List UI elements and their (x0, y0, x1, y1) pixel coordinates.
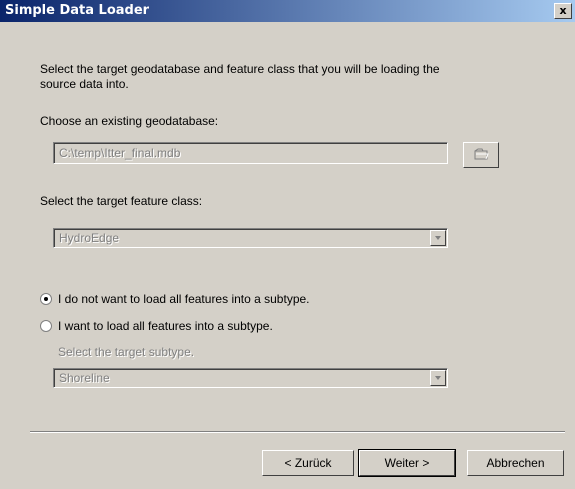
subtype-label: Select the target subtype. (58, 345, 195, 359)
feature-class-dropdown[interactable]: HydroEdge (53, 228, 448, 248)
simple-data-loader-dialog: Simple Data Loader x Select the target g… (0, 0, 575, 489)
radio-selected-dot (44, 297, 48, 301)
geodatabase-label: Choose an existing geodatabase: (40, 114, 219, 128)
radio-no-subtype[interactable] (40, 293, 52, 305)
radio-use-subtype[interactable] (40, 320, 52, 332)
close-icon: x (559, 4, 567, 17)
folder-open-icon (474, 148, 489, 160)
cancel-button[interactable]: Abbrechen (467, 450, 564, 476)
feature-class-value: HydroEdge (59, 231, 120, 245)
chevron-down-icon (435, 376, 441, 380)
subtype-dropdown[interactable]: Shoreline (53, 368, 448, 388)
browse-geodatabase-button[interactable] (463, 142, 499, 168)
intro-text-line2: source data into. (40, 77, 129, 91)
next-button[interactable]: Weiter > (358, 449, 456, 477)
subtype-dropdown-button[interactable] (430, 370, 446, 386)
geodatabase-path-value: C:\temp\Itter_final.mdb (59, 146, 181, 160)
feature-class-dropdown-button[interactable] (430, 230, 446, 246)
separator-line (30, 431, 565, 433)
window-title: Simple Data Loader (5, 3, 150, 18)
geodatabase-path-field: C:\temp\Itter_final.mdb (53, 142, 448, 164)
title-bar[interactable]: Simple Data Loader x (0, 0, 575, 22)
radio-no-subtype-label[interactable]: I do not want to load all features into … (58, 292, 310, 306)
intro-text-line1: Select the target geodatabase and featur… (40, 62, 440, 76)
feature-class-label: Select the target feature class: (40, 194, 203, 208)
radio-use-subtype-label[interactable]: I want to load all features into a subty… (58, 319, 273, 333)
subtype-value: Shoreline (59, 371, 110, 385)
back-button[interactable]: < Zurück (262, 450, 354, 476)
close-button[interactable]: x (554, 3, 572, 19)
chevron-down-icon (435, 236, 441, 240)
